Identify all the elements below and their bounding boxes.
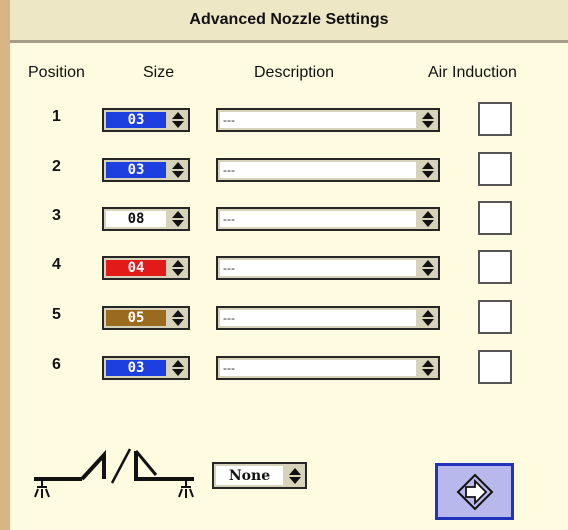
up-down-arrow-icon [422, 260, 434, 276]
air-induction-checkbox[interactable] [478, 250, 512, 284]
position-number: 1 [52, 108, 61, 125]
description-arrows[interactable] [418, 209, 438, 229]
boom-mode-value: None [216, 466, 283, 485]
description-arrows[interactable] [418, 110, 438, 130]
up-down-arrow-icon [172, 310, 184, 326]
air-induction-checkbox[interactable] [478, 201, 512, 235]
column-header-position: Position [28, 64, 85, 81]
description-arrows[interactable] [418, 160, 438, 180]
nozzle-size-select[interactable]: 05 [102, 306, 190, 330]
nozzle-size-select[interactable]: 03 [102, 356, 190, 380]
nozzle-description-value: --- [220, 260, 416, 276]
boom-mode-select[interactable]: None [212, 462, 307, 489]
description-arrows[interactable] [418, 308, 438, 328]
nozzle-description-select[interactable]: --- [216, 158, 440, 182]
column-header-size: Size [143, 64, 175, 81]
next-arrow-icon [456, 473, 493, 510]
up-down-arrow-icon [422, 310, 434, 326]
size-arrows[interactable] [168, 160, 188, 180]
description-arrows[interactable] [418, 358, 438, 378]
up-down-arrow-icon [172, 211, 184, 227]
position-number: 5 [52, 306, 61, 323]
position-number: 2 [52, 158, 61, 175]
nozzle-description-value: --- [220, 310, 416, 326]
next-button[interactable] [435, 463, 514, 520]
nozzle-description-select[interactable]: --- [216, 256, 440, 280]
air-induction-checkbox[interactable] [478, 102, 512, 136]
nozzle-description-select[interactable]: --- [216, 207, 440, 231]
nozzle-size-value: 03 [106, 360, 166, 376]
column-header-air-induction: Air Induction [428, 64, 517, 81]
boom-spray-icon[interactable] [30, 445, 198, 503]
up-down-arrow-icon [172, 112, 184, 128]
position-number: 6 [52, 356, 61, 373]
air-induction-checkbox[interactable] [478, 152, 512, 186]
nozzle-description-select[interactable]: --- [216, 356, 440, 380]
size-arrows[interactable] [168, 258, 188, 278]
up-down-arrow-icon [172, 162, 184, 178]
nozzle-size-select[interactable]: 04 [102, 256, 190, 280]
nozzle-description-value: --- [220, 211, 416, 227]
up-down-arrow-icon [422, 360, 434, 376]
nozzle-description-select[interactable]: --- [216, 306, 440, 330]
nozzle-size-select[interactable]: 03 [102, 108, 190, 132]
nozzle-description-value: --- [220, 162, 416, 178]
left-frame-strip [0, 0, 10, 530]
nozzle-description-select[interactable]: --- [216, 108, 440, 132]
up-down-arrow-icon [422, 211, 434, 227]
nozzle-size-value: 03 [106, 162, 166, 178]
position-number: 3 [52, 207, 61, 224]
up-down-arrow-icon [422, 162, 434, 178]
up-down-arrow-icon [422, 112, 434, 128]
nozzle-description-value: --- [220, 112, 416, 128]
up-down-arrow-icon [172, 260, 184, 276]
nozzle-size-value: 05 [106, 310, 166, 326]
position-number: 4 [52, 256, 61, 273]
air-induction-checkbox[interactable] [478, 300, 512, 334]
nozzle-size-select[interactable]: 08 [102, 207, 190, 231]
nozzle-size-select[interactable]: 03 [102, 158, 190, 182]
nozzle-description-value: --- [220, 360, 416, 376]
description-arrows[interactable] [418, 258, 438, 278]
nozzle-settings-panel: Advanced Nozzle Settings Position Size D… [10, 0, 568, 530]
size-arrows[interactable] [168, 209, 188, 229]
size-arrows[interactable] [168, 308, 188, 328]
boom-mode-arrows[interactable] [285, 464, 305, 487]
up-down-arrow-icon [172, 360, 184, 376]
page-title: Advanced Nozzle Settings [10, 0, 568, 43]
column-header-description: Description [254, 64, 335, 81]
nozzle-size-value: 03 [106, 112, 166, 128]
size-arrows[interactable] [168, 110, 188, 130]
nozzle-size-value: 08 [106, 211, 166, 227]
nozzle-size-value: 04 [106, 260, 166, 276]
size-arrows[interactable] [168, 358, 188, 378]
up-down-arrow-icon [289, 467, 301, 484]
air-induction-checkbox[interactable] [478, 350, 512, 384]
